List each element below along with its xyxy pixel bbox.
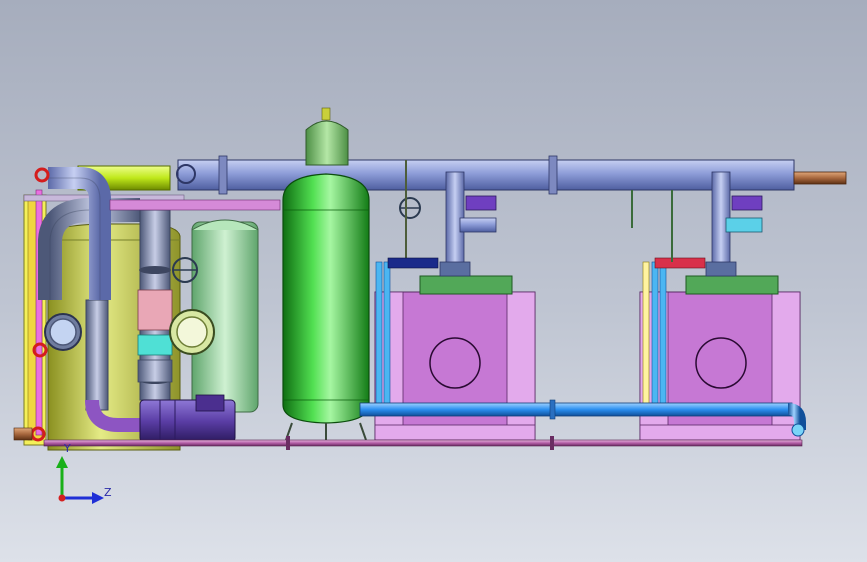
sight-glass-mid <box>169 309 215 355</box>
z-axis-label: Z <box>104 486 112 499</box>
handwheel-top <box>172 257 198 283</box>
y-axis-label: Y <box>64 442 71 455</box>
axis-triad <box>56 456 104 504</box>
column-sleeves <box>137 289 173 383</box>
top-vessel <box>305 107 349 166</box>
main-header-pipe <box>176 155 847 195</box>
magenta-line <box>109 199 281 211</box>
equipment-drawing <box>13 107 847 504</box>
sight-glass-left <box>44 313 82 351</box>
main-green-tank <box>282 173 370 441</box>
origin-dot <box>58 494 66 502</box>
